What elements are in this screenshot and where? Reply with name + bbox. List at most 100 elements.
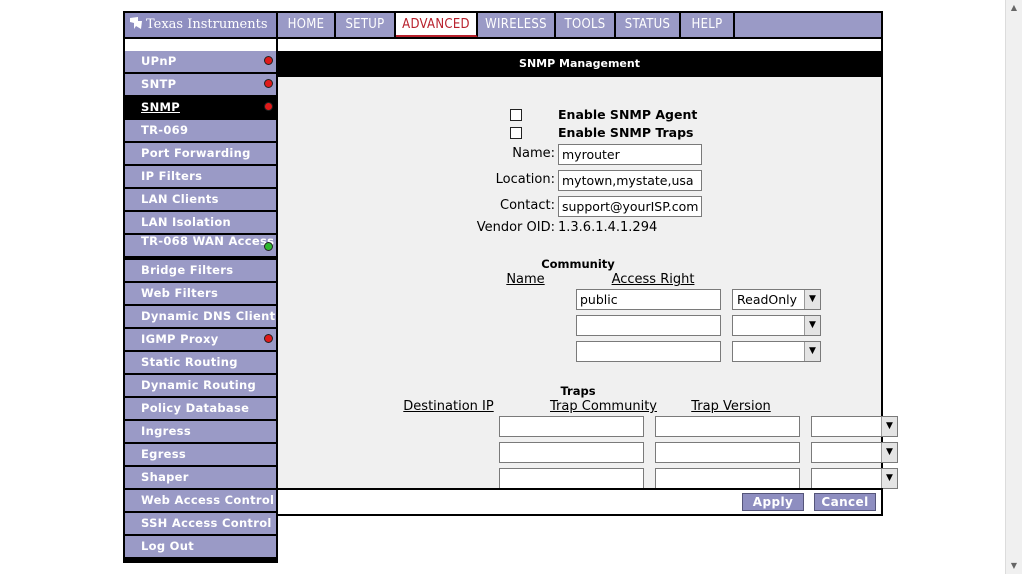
tab-setup[interactable]: SETUP (336, 13, 396, 37)
status-green-dot-icon (264, 242, 273, 251)
community-access-select-value: ReadOnly (737, 292, 798, 307)
sidebar-item-label: Web Access Control (141, 493, 275, 507)
scroll-up-arrow-icon[interactable]: ▲ (1006, 0, 1022, 16)
sidebar-item-label: Web Filters (141, 286, 219, 300)
trap-destination-header: Destination IP (403, 399, 494, 414)
sidebar-item-label: LAN Clients (141, 192, 219, 206)
brand-logo: Texas Instruments (125, 13, 278, 37)
sidebar-item-port-forwarding[interactable]: Port Forwarding (125, 143, 276, 164)
sidebar-item-snmp[interactable]: SNMP (125, 97, 276, 118)
name-input[interactable]: myrouter (558, 144, 702, 165)
community-access-header: Access Right (611, 272, 695, 287)
status-red-dot-icon (264, 334, 273, 343)
community-name-input[interactable] (576, 341, 721, 362)
sidebar-item-label: LAN Isolation (141, 215, 232, 229)
contact-input[interactable]: support@yourISP.com (558, 196, 702, 217)
page-scrollbar[interactable]: ▲ ▼ (1005, 0, 1022, 574)
cancel-button[interactable]: Cancel (814, 493, 876, 511)
vendor-oid-label: Vendor OID: (476, 220, 555, 235)
dropdown-arrow-icon[interactable]: ▼ (881, 469, 897, 488)
enable-snmp-traps-label: Enable SNMP Traps (558, 125, 694, 140)
trap-version-header: Trap Version (691, 399, 771, 414)
sidebar-item-upnp[interactable]: UPnP (125, 51, 276, 72)
community-access-select[interactable]: ▼ (732, 315, 821, 336)
top-navigation-bar: Texas Instruments HOME SETUP ADVANCED WI… (123, 11, 883, 39)
sidebar-item-ingress[interactable]: Ingress (125, 421, 276, 442)
dropdown-arrow-icon[interactable]: ▼ (804, 290, 820, 309)
sidebar-item-label: Dynamic DNS Client (141, 309, 276, 323)
tab-status[interactable]: STATUS (616, 13, 681, 37)
sidebar-item-egress[interactable]: Egress (125, 444, 276, 465)
tab-wireless[interactable]: WIRELESS (478, 13, 556, 37)
sidebar-item-web-filters[interactable]: Web Filters (125, 283, 276, 304)
sidebar-item-igmp-proxy[interactable]: IGMP Proxy (125, 329, 276, 350)
dropdown-arrow-icon[interactable]: ▼ (881, 417, 897, 436)
sidebar-item-label: Static Routing (141, 355, 238, 369)
sidebar-item-log-out[interactable]: Log Out (125, 536, 276, 557)
sidebar-item-dynamic-routing[interactable]: Dynamic Routing (125, 375, 276, 396)
dropdown-arrow-icon[interactable]: ▼ (881, 443, 897, 462)
tab-help[interactable]: HELP (681, 13, 735, 37)
trap-community-input[interactable] (655, 416, 800, 437)
trap-community-input[interactable] (655, 442, 800, 463)
sidebar-item-label: Shaper (141, 470, 189, 484)
sidebar-item-label: SNTP (141, 77, 177, 91)
status-red-dot-icon (264, 102, 273, 111)
advanced-sidebar: UPnP SNTP SNMP TR-069 Port Forwarding IP Filt… (123, 39, 278, 563)
scroll-down-arrow-icon[interactable]: ▼ (1006, 558, 1022, 574)
community-name-input[interactable] (576, 315, 721, 336)
sidebar-item-lan-isolation[interactable]: LAN Isolation (125, 212, 276, 233)
community-access-select[interactable]: ▼ (732, 341, 821, 362)
enable-snmp-agent-checkbox[interactable] (510, 109, 522, 121)
sidebar-item-label: Dynamic Routing (141, 378, 257, 392)
trap-destination-input[interactable] (499, 468, 644, 489)
vendor-oid-value: 1.3.6.1.4.1.294 (558, 220, 658, 235)
trap-version-select[interactable]: ▼ (811, 442, 898, 463)
sidebar-item-tr-068-wan-access[interactable]: TR-068 WAN Access (125, 235, 276, 256)
tab-advanced[interactable]: ADVANCED (396, 13, 478, 37)
trap-destination-input[interactable] (499, 416, 644, 437)
brand-name: Texas Instruments (146, 17, 268, 32)
name-label: Name: (512, 146, 555, 161)
sidebar-item-static-routing[interactable]: Static Routing (125, 352, 276, 373)
sidebar-item-bridge-filters[interactable]: Bridge Filters (125, 260, 276, 281)
apply-button[interactable]: Apply (742, 493, 804, 511)
tab-home[interactable]: HOME (278, 13, 336, 37)
sidebar-item-dynamic-dns-client[interactable]: Dynamic DNS Client (125, 306, 276, 327)
sidebar-item-label: SNMP (141, 100, 180, 114)
sidebar-item-sntp[interactable]: SNTP (125, 74, 276, 95)
status-red-dot-icon (264, 56, 273, 65)
trap-version-select[interactable]: ▼ (811, 468, 898, 489)
community-name-input[interactable]: public (576, 289, 721, 310)
trap-destination-input[interactable] (499, 442, 644, 463)
ti-logo-icon (130, 17, 142, 29)
sidebar-item-label: Ingress (141, 424, 191, 438)
sidebar-item-label: TR-069 (141, 123, 189, 137)
dropdown-arrow-icon[interactable]: ▼ (804, 342, 820, 361)
sidebar-item-label: SSH Access Control (141, 516, 272, 530)
community-access-select[interactable]: ReadOnly ▼ (732, 289, 821, 310)
location-input[interactable]: mytown,mystate,usa (558, 170, 702, 191)
community-heading: Community (541, 257, 615, 271)
contact-label: Contact: (500, 198, 555, 213)
trap-version-select[interactable]: ▼ (811, 416, 898, 437)
sidebar-item-policy-database[interactable]: Policy Database (125, 398, 276, 419)
sidebar-item-shaper[interactable]: Shaper (125, 467, 276, 488)
tab-tools[interactable]: TOOLS (556, 13, 616, 37)
traps-heading: Traps (560, 384, 596, 398)
snmp-panel: SNMP Management Enable SNMP Agent Enable… (278, 39, 898, 516)
sidebar-item-lan-clients[interactable]: LAN Clients (125, 189, 276, 210)
sidebar-item-ip-filters[interactable]: IP Filters (125, 166, 276, 187)
enable-snmp-traps-checkbox[interactable] (510, 127, 522, 139)
sidebar-item-label: UPnP (141, 54, 177, 68)
sidebar-item-label: Bridge Filters (141, 263, 234, 277)
dropdown-arrow-icon[interactable]: ▼ (804, 316, 820, 335)
sidebar-item-web-access-control[interactable]: Web Access Control (125, 490, 276, 511)
sidebar-item-tr-069[interactable]: TR-069 (125, 120, 276, 141)
trap-community-input[interactable] (655, 468, 800, 489)
router-admin-app: Texas Instruments HOME SETUP ADVANCED WI… (123, 11, 898, 563)
action-bar: Apply Cancel (278, 488, 883, 516)
sidebar-item-label: Policy Database (141, 401, 250, 415)
section-title: SNMP Management (278, 51, 881, 77)
sidebar-item-ssh-access-control[interactable]: SSH Access Control (125, 513, 276, 534)
